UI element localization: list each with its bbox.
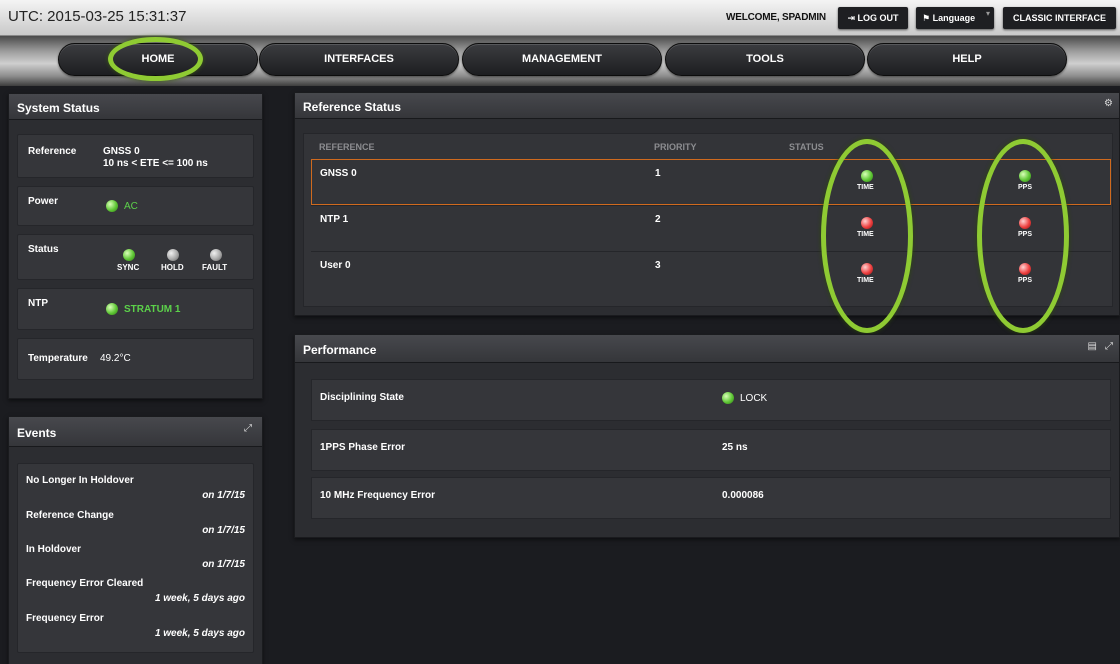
hold-led — [167, 249, 179, 261]
ntp-card: NTP STRATUM 1 — [17, 288, 254, 330]
reference-status-panel: Reference Status ⚙ REFERENCE PRIORITY ST… — [294, 92, 1120, 333]
nav-tools[interactable]: TOOLS — [665, 43, 865, 76]
time-status-led — [861, 263, 873, 275]
performance-row-phase-error: 1PPS Phase Error 25 ns — [311, 429, 1111, 471]
table-row[interactable]: User 0 3 TIME PPS — [311, 251, 1111, 297]
ntp-value: STRATUM 1 — [124, 304, 181, 315]
panel-title: Events — [9, 417, 262, 447]
time-label: TIME — [857, 231, 874, 238]
flag-icon: ⚑ — [922, 13, 931, 23]
pps-status-led — [1019, 170, 1031, 182]
language-label: Language — [932, 13, 976, 23]
panel-title: System Status — [9, 94, 262, 120]
hold-label: HOLD — [161, 263, 184, 272]
status-card: Status SYNC HOLD FAULT — [17, 234, 254, 280]
reference-label: Reference — [28, 146, 77, 157]
reference-name: GNSS 0 — [320, 168, 357, 179]
gear-icon[interactable]: ⚙ — [1104, 98, 1113, 109]
power-status-led — [106, 200, 118, 212]
event-name: Reference Change — [26, 510, 114, 521]
time-status-led — [861, 217, 873, 229]
pps-label: PPS — [1018, 277, 1033, 284]
table-row[interactable]: NTP 1 2 TIME PPS — [311, 205, 1111, 251]
power-label: Power — [28, 196, 59, 207]
fault-label: FAULT — [202, 263, 228, 272]
chevron-down-icon: ▾ — [985, 9, 990, 18]
temperature-label: Temperature — [28, 353, 88, 364]
performance-value: 25 ns — [722, 442, 748, 453]
event-time: on 1/7/15 — [202, 525, 245, 536]
event-time: 1 week, 5 days ago — [154, 628, 245, 639]
logout-icon: ⇥ — [847, 13, 856, 23]
reference-priority: 1 — [655, 168, 661, 179]
power-value: AC — [124, 201, 138, 212]
language-dropdown[interactable]: ⚑ Language ▾ — [916, 7, 994, 29]
temperature-card: Temperature 49.2°C — [17, 338, 254, 380]
lock-status-led — [722, 392, 734, 404]
events-list: No Longer In Holdover on 1/7/15 Referenc… — [17, 463, 254, 653]
fault-led — [210, 249, 222, 261]
performance-row-disciplining: Disciplining State LOCK — [311, 379, 1111, 421]
performance-label: Disciplining State — [320, 392, 404, 403]
nav-management[interactable]: MANAGEMENT — [462, 43, 662, 76]
performance-row-frequency-error: 10 MHz Frequency Error 0.000086 — [311, 477, 1111, 519]
system-status-panel: System Status Reference GNSS 0 10 ns < E… — [8, 93, 263, 399]
pps-status-led — [1019, 217, 1031, 229]
panel-title: Performance — [295, 335, 1119, 363]
chart-icon[interactable]: ▤ — [1088, 341, 1097, 352]
column-header-priority: PRIORITY — [654, 142, 697, 152]
ntp-label: NTP — [28, 298, 48, 309]
time-label: TIME — [857, 184, 874, 191]
event-time: on 1/7/15 — [202, 559, 245, 570]
expand-icon[interactable]: ⤢ — [244, 423, 252, 434]
welcome-text: WELCOME, SPADMIN — [726, 12, 826, 23]
event-name: In Holdover — [26, 544, 82, 555]
reference-value: GNSS 0 — [103, 146, 140, 157]
events-panel: Events ⤢ No Longer In Holdover on 1/7/15… — [8, 416, 263, 664]
pps-label: PPS — [1018, 184, 1033, 191]
reference-detail: 10 ns < ETE <= 100 ns — [103, 158, 208, 169]
reference-name: User 0 — [320, 260, 351, 271]
pps-label: PPS — [1018, 231, 1033, 238]
nav-help[interactable]: HELP — [867, 43, 1067, 76]
ntp-status-led — [106, 303, 118, 315]
reference-priority: 2 — [655, 214, 661, 225]
column-header-status: STATUS — [789, 142, 824, 152]
pps-status-led — [1019, 263, 1031, 275]
temperature-value: 49.2°C — [100, 353, 131, 364]
time-status-led — [861, 170, 873, 182]
column-header-reference: REFERENCE — [319, 142, 375, 152]
main-nav: HOME INTERFACES MANAGEMENT TOOLS HELP — [0, 36, 1120, 86]
performance-value: 0.000086 — [722, 490, 764, 501]
event-name: Frequency Error Cleared — [26, 578, 144, 589]
top-bar: UTC: 2015-03-25 15:31:37 WELCOME, SPADMI… — [0, 0, 1120, 36]
performance-label: 10 MHz Frequency Error — [320, 490, 436, 501]
logout-label: LOG OUT — [857, 13, 899, 23]
event-name: Frequency Error — [26, 613, 104, 624]
nav-interfaces[interactable]: INTERFACES — [259, 43, 459, 76]
performance-panel: Performance ▤ ⤢ Disciplining State LOCK … — [294, 334, 1120, 538]
classic-interface-button[interactable]: CLASSIC INTERFACE — [1003, 7, 1116, 29]
power-card: Power AC — [17, 186, 254, 226]
table-row[interactable]: GNSS 0 1 TIME PPS — [311, 159, 1111, 205]
sync-led — [123, 249, 135, 261]
expand-icon[interactable]: ⤢ — [1105, 341, 1113, 352]
logout-button[interactable]: ⇥ LOG OUT — [838, 7, 908, 29]
sync-label: SYNC — [117, 263, 140, 272]
performance-value: LOCK — [740, 393, 768, 404]
status-label: Status — [28, 244, 59, 255]
performance-label: 1PPS Phase Error — [320, 442, 406, 453]
reference-name: NTP 1 — [320, 214, 349, 225]
time-label: TIME — [857, 277, 874, 284]
panel-title: Reference Status — [295, 93, 1119, 119]
utc-clock: UTC: 2015-03-25 15:31:37 — [8, 8, 187, 25]
reference-card: Reference GNSS 0 10 ns < ETE <= 100 ns — [17, 134, 254, 178]
nav-home[interactable]: HOME — [58, 43, 258, 76]
event-time: on 1/7/15 — [202, 490, 245, 501]
event-name: No Longer In Holdover — [26, 475, 134, 486]
event-time: 1 week, 5 days ago — [154, 593, 245, 604]
reference-priority: 3 — [655, 260, 661, 271]
